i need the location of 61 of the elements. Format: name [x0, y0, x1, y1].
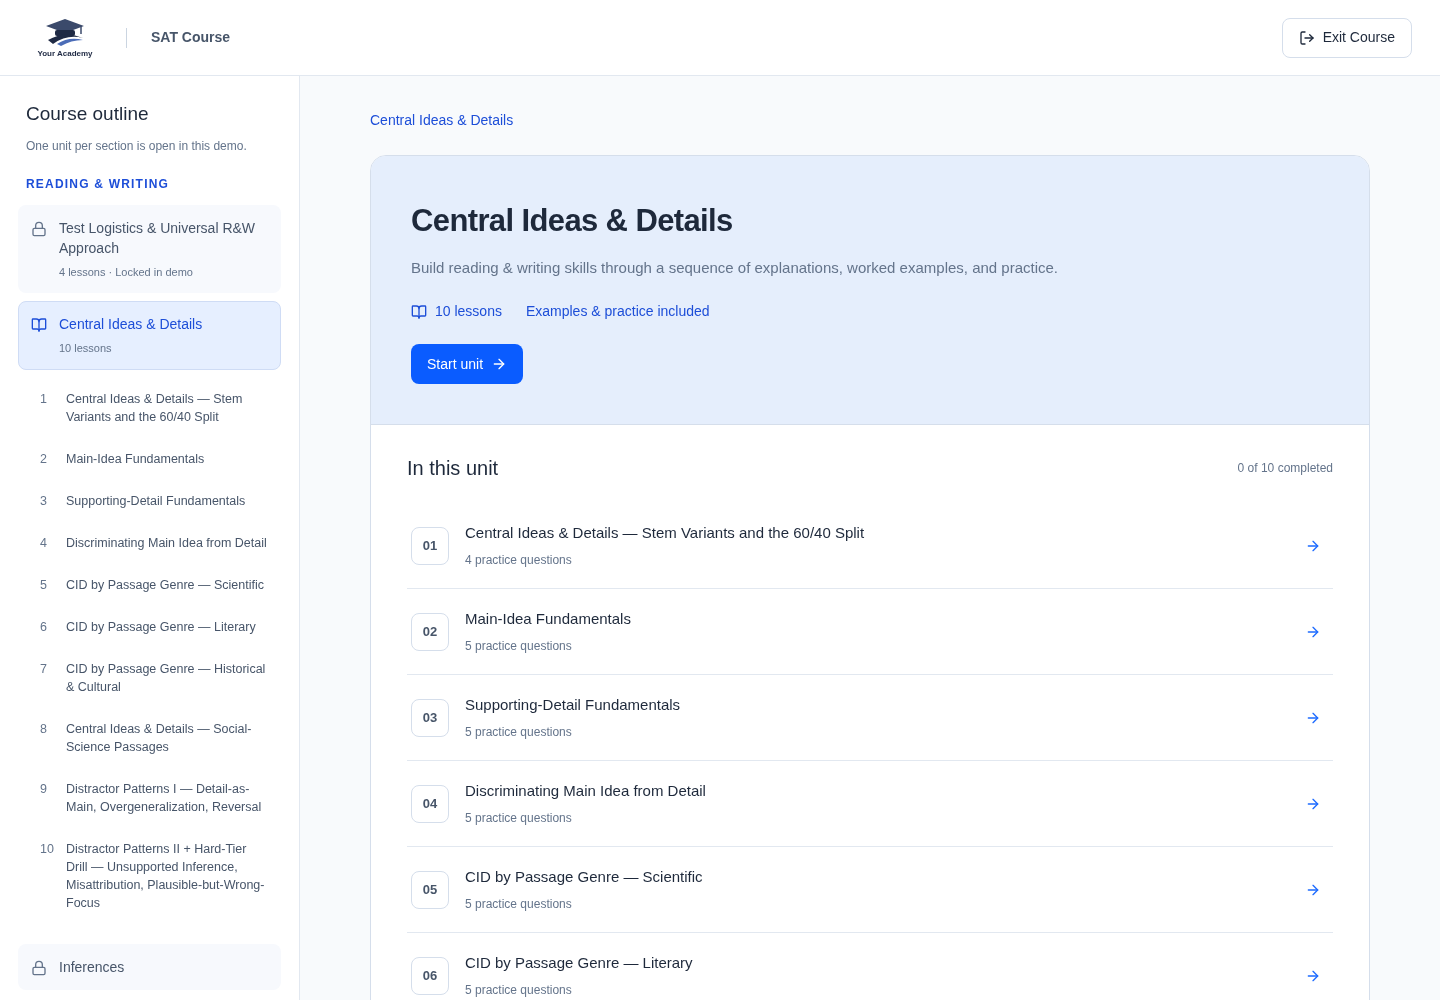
lesson-row[interactable]: 05 CID by Passage Genre — Scientific 5 practice questions — [407, 847, 1333, 933]
lock-icon — [31, 220, 47, 237]
lesson-title: CID by Passage Genre — Literary — [465, 953, 694, 974]
unit-meta: 10 lessons — [59, 341, 113, 356]
unit-item[interactable]: Inferences — [18, 943, 281, 990]
unit-item[interactable]: Central Ideas & Details 10 lessons — [18, 301, 281, 370]
lesson-row[interactable]: 03 Supporting-Detail Fundamentals 5 practice questions — [407, 675, 1333, 761]
lesson-meta: 5 practice questions — [465, 637, 573, 655]
lesson-title: Central Ideas & Details — Stem Variants and the 60/40 Split — [465, 523, 866, 544]
lesson-number: 04 — [411, 784, 449, 823]
lesson-link[interactable]: 3 Supporting-Detail Fundamentals — [40, 491, 269, 510]
lesson-row[interactable]: 01 Central Ideas & Details — Stem Variants and the 60/40 Split 4 practice questions — [407, 503, 1333, 589]
progress-text: 0 of 10 completed — [1237, 460, 1333, 477]
lesson-title: Discriminating Main Idea from Detail — [465, 781, 707, 802]
unit-title: Inferences — [59, 957, 125, 977]
lesson-link[interactable]: 9 Distractor Patterns I — Detail-as-Main, Overgeneralization, Reversal — [40, 779, 269, 816]
lesson-meta: 5 practice questions — [465, 809, 573, 827]
exit-icon — [1298, 29, 1315, 46]
lesson-title: Supporting-Detail Fundamentals — [465, 695, 682, 716]
breadcrumb-link[interactable]: Central Ideas & Details — [370, 110, 1370, 131]
lesson-number: 03 — [411, 698, 449, 737]
sidebar-title: Course outline — [25, 102, 150, 126]
lesson-meta: 4 practice questions — [465, 551, 573, 569]
unit-description: Build reading & writing skills through a sequence of explanations, worked examples, and practice. — [411, 257, 1060, 278]
lesson-link[interactable]: 7 CID by Passage Genre — Historical & Cultural — [40, 659, 269, 696]
course-title: SAT Course — [151, 28, 231, 47]
lesson-row[interactable]: 02 Main-Idea Fundamentals 5 practice questions — [407, 589, 1333, 675]
lesson-meta: 5 practice questions — [465, 895, 573, 913]
lesson-title: CID by Passage Genre — Scientific — [465, 867, 704, 888]
lesson-count: 10 lessons — [435, 302, 502, 321]
lesson-row[interactable]: 06 CID by Passage Genre — Literary 5 practice questions — [407, 933, 1333, 1000]
lesson-number: 05 — [411, 870, 449, 909]
unit-meta: 4 lessons · Locked in demo — [59, 264, 194, 280]
lesson-number: 02 — [411, 612, 449, 651]
lesson-row[interactable]: 04 Discriminating Main Idea from Detail 5 practice questions — [407, 761, 1333, 847]
sidebar-note: One unit per section is open in this demo. — [25, 137, 248, 155]
lesson-link[interactable]: 2 Main-Idea Fundamentals — [40, 449, 269, 468]
included-note: Examples & practice included — [525, 302, 710, 321]
lesson-number: 01 — [411, 526, 449, 565]
unit-title: Test Logistics & Universal R&W Approach — [59, 218, 257, 258]
lock-icon — [31, 959, 47, 976]
book-icon — [31, 317, 47, 333]
lesson-link[interactable]: 6 CID by Passage Genre — Literary — [40, 617, 269, 636]
lesson-number: 06 — [411, 956, 449, 995]
lesson-link[interactable]: 8 Central Ideas & Details — Social-Science Passages — [40, 719, 269, 756]
lesson-title: Main-Idea Fundamentals — [465, 609, 632, 630]
section-heading: In this unit — [407, 456, 499, 481]
lesson-meta: 5 practice questions — [465, 981, 573, 999]
start-unit-button[interactable]: Start unit — [411, 344, 524, 384]
lesson-link[interactable]: 4 Discriminating Main Idea from Detail — [40, 533, 269, 552]
lesson-link[interactable]: 5 CID by Passage Genre — Scientific — [40, 575, 269, 594]
lesson-link[interactable]: 1 Central Ideas & Details — Stem Variants and the 60/40 Split — [40, 389, 269, 426]
lesson-link[interactable]: 10 Distractor Patterns II + Hard-Tier Drill — Unsupported Inference, Misattribution, Plausible-but-Wrong-Focus — [40, 839, 269, 912]
exit-course-button[interactable]: Exit Course — [1281, 17, 1412, 58]
section-label: READING & WRITING — [25, 175, 171, 193]
unit-title-heading: Central Ideas & Details — [411, 202, 734, 240]
book-icon — [411, 303, 427, 320]
unit-item[interactable]: Test Logistics & Universal R&W Approach 4 lessons · Locked in demo — [18, 204, 281, 293]
unit-title: Central Ideas & Details — [59, 315, 203, 334]
logo-text: Your Academy — [37, 49, 93, 58]
lesson-meta: 5 practice questions — [465, 723, 573, 741]
